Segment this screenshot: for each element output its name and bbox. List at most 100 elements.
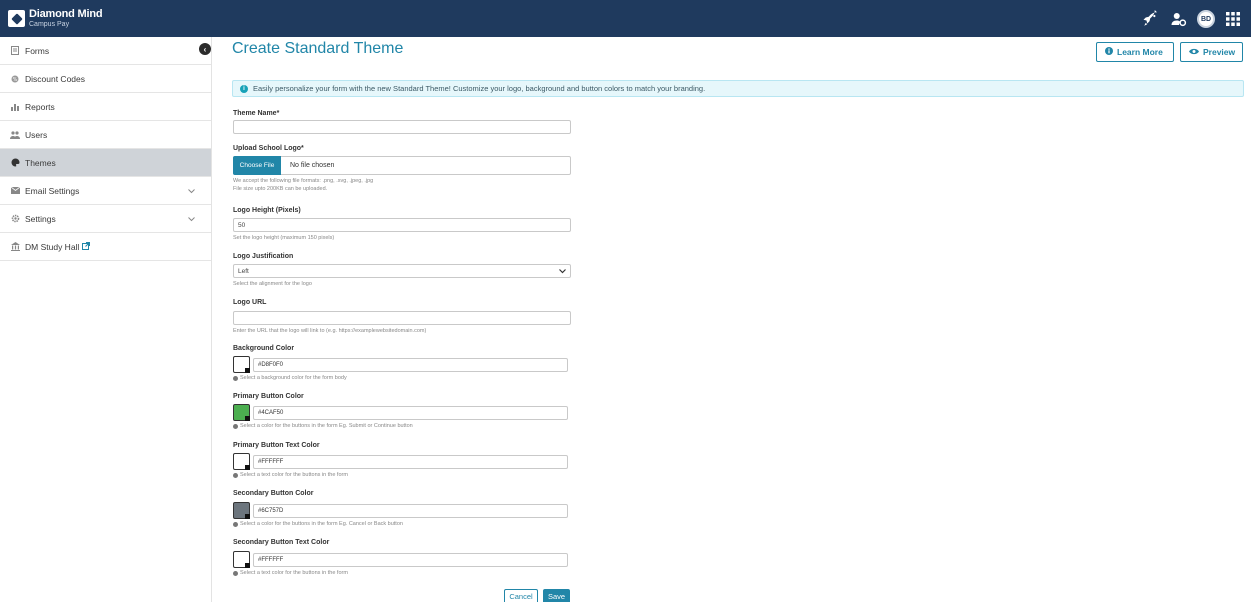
- logo-size-help: File size upto 200KB can be uploaded.: [233, 186, 328, 192]
- secondary-button-color-swatch[interactable]: [233, 502, 250, 519]
- chevron-down-icon: [559, 267, 566, 276]
- primary-button-color-label: Primary Button Color: [233, 393, 304, 400]
- secondary-button-color-help: Select a color for the buttons in the fo…: [233, 521, 403, 527]
- avatar[interactable]: BD: [1197, 10, 1215, 28]
- diamond-logo-icon: [8, 10, 25, 27]
- sidebar-item-label: DM Study Hall: [25, 241, 80, 252]
- sidebar-item-label: Email Settings: [25, 185, 80, 196]
- sidebar-item-users[interactable]: Users: [0, 121, 211, 149]
- sidebar: Forms % Discount Codes Reports Users The…: [0, 37, 212, 602]
- external-link-icon: [82, 241, 91, 252]
- primary-button-text-color-label: Primary Button Text Color: [233, 442, 320, 449]
- page-title: Create Standard Theme: [232, 40, 404, 57]
- alert-text: Easily personalize your form with the ne…: [253, 84, 706, 93]
- brand-subtitle: Campus Pay: [29, 21, 70, 28]
- background-color-help: Select a background color for the form b…: [233, 375, 347, 381]
- secondary-button-color-row: #6C757D: [233, 502, 568, 519]
- choose-file-button[interactable]: Choose File: [233, 155, 281, 175]
- background-color-label: Background Color: [233, 345, 295, 352]
- sidebar-item-label: Themes: [25, 157, 56, 168]
- sidebar-item-discount-codes[interactable]: % Discount Codes: [0, 65, 211, 93]
- logo-height-label: Logo Height (Pixels): [233, 207, 301, 214]
- brand-name: Diamond Mind: [29, 8, 103, 20]
- logo-url-help: Enter the URL that the logo will link to…: [233, 328, 427, 334]
- logo-url-input[interactable]: [233, 311, 571, 325]
- secondary-button-text-color-input[interactable]: #FFFFFF: [253, 552, 568, 567]
- chevron-down-icon[interactable]: [188, 214, 195, 224]
- sidebar-item-label: Settings: [25, 213, 56, 224]
- bar-chart-icon: [10, 102, 20, 112]
- file-status: No file chosen: [290, 162, 335, 169]
- secondary-button-text-color-help: Select a text color for the buttons in t…: [233, 570, 348, 576]
- logo-justification-label: Logo Justification: [233, 253, 294, 260]
- logo-height-help: Set the logo height (maximum 150 pixels): [233, 235, 335, 241]
- sidebar-item-themes[interactable]: Themes: [0, 149, 211, 177]
- primary-button-text-color-help: Select a text color for the buttons in t…: [233, 472, 348, 478]
- brand-logo[interactable]: Diamond Mind Campus Pay: [8, 8, 103, 28]
- secondary-button-color-label: Secondary Button Color: [233, 490, 314, 497]
- learn-more-button[interactable]: Learn More: [1096, 42, 1174, 62]
- info-icon: [233, 472, 238, 478]
- secondary-button-text-color-row: #FFFFFF: [233, 551, 568, 568]
- collapse-sidebar-icon[interactable]: ‹: [199, 43, 211, 55]
- sidebar-item-label: Discount Codes: [25, 73, 86, 84]
- top-bar: Diamond Mind Campus Pay BD: [0, 0, 1251, 37]
- logo-file-input[interactable]: Choose File No file chosen: [233, 155, 571, 175]
- svg-text:%: %: [13, 77, 18, 83]
- rocket-icon[interactable]: [1141, 9, 1161, 29]
- logo-format-help: We accept the following file formats: .p…: [233, 178, 374, 184]
- primary-button-text-color-swatch[interactable]: [233, 453, 250, 470]
- theme-name-label: Theme Name*: [233, 110, 280, 117]
- chevron-down-icon[interactable]: [188, 186, 195, 196]
- sidebar-item-label: Users: [25, 129, 48, 140]
- info-alert: i Easily personalize your form with the …: [232, 80, 1244, 97]
- sidebar-item-forms[interactable]: Forms: [0, 37, 211, 65]
- info-icon: [233, 521, 238, 527]
- background-color-input[interactable]: #D8F0F0: [253, 357, 568, 372]
- gear-icon: [10, 214, 20, 224]
- sidebar-item-label: Reports: [25, 101, 55, 112]
- discount-icon: %: [10, 74, 20, 84]
- preview-label: Preview: [1203, 47, 1236, 57]
- primary-button-color-swatch[interactable]: [233, 404, 250, 421]
- primary-button-text-color-row: #FFFFFF: [233, 453, 568, 470]
- learn-more-label: Learn More: [1117, 47, 1163, 57]
- palette-icon: [10, 158, 20, 168]
- form-icon: [10, 46, 20, 56]
- info-icon: [233, 570, 238, 576]
- logo-justification-value: Left: [238, 267, 249, 275]
- users-icon: [10, 130, 20, 140]
- logo-justification-select[interactable]: Left: [233, 264, 571, 278]
- info-icon: [233, 375, 238, 381]
- cancel-button[interactable]: Cancel: [504, 589, 538, 602]
- secondary-button-text-color-swatch[interactable]: [233, 551, 250, 568]
- info-circle-icon: [1105, 47, 1113, 57]
- background-color-swatch[interactable]: [233, 356, 250, 373]
- mail-icon: [10, 186, 20, 196]
- primary-button-text-color-input[interactable]: #FFFFFF: [253, 454, 568, 469]
- eye-icon: [1189, 47, 1199, 57]
- primary-button-color-row: #4CAF50: [233, 404, 568, 421]
- upload-logo-label: Upload School Logo*: [233, 145, 304, 152]
- bank-icon: [10, 242, 20, 252]
- secondary-button-color-input[interactable]: #6C757D: [253, 503, 568, 518]
- theme-name-input[interactable]: [233, 120, 571, 134]
- info-icon: i: [240, 84, 248, 93]
- primary-button-color-input[interactable]: #4CAF50: [253, 405, 568, 420]
- sidebar-item-reports[interactable]: Reports: [0, 93, 211, 121]
- apps-grid-icon[interactable]: [1223, 9, 1243, 29]
- background-color-row: #D8F0F0: [233, 356, 568, 373]
- sidebar-item-label: Forms: [25, 45, 50, 56]
- sidebar-item-settings[interactable]: Settings: [0, 205, 211, 233]
- save-button[interactable]: Save: [543, 589, 570, 602]
- primary-button-color-help: Select a color for the buttons in the fo…: [233, 423, 413, 429]
- sidebar-item-email-settings[interactable]: Email Settings: [0, 177, 211, 205]
- secondary-button-text-color-label: Secondary Button Text Color: [233, 539, 330, 546]
- sidebar-item-dm-study-hall[interactable]: DM Study Hall: [0, 233, 211, 261]
- logo-justification-help: Select the alignment for the logo: [233, 281, 312, 287]
- logo-url-label: Logo URL: [233, 299, 267, 306]
- user-gear-icon[interactable]: [1169, 9, 1189, 29]
- logo-height-input[interactable]: 50: [233, 218, 571, 232]
- info-icon: [233, 423, 238, 429]
- preview-button[interactable]: Preview: [1180, 42, 1243, 62]
